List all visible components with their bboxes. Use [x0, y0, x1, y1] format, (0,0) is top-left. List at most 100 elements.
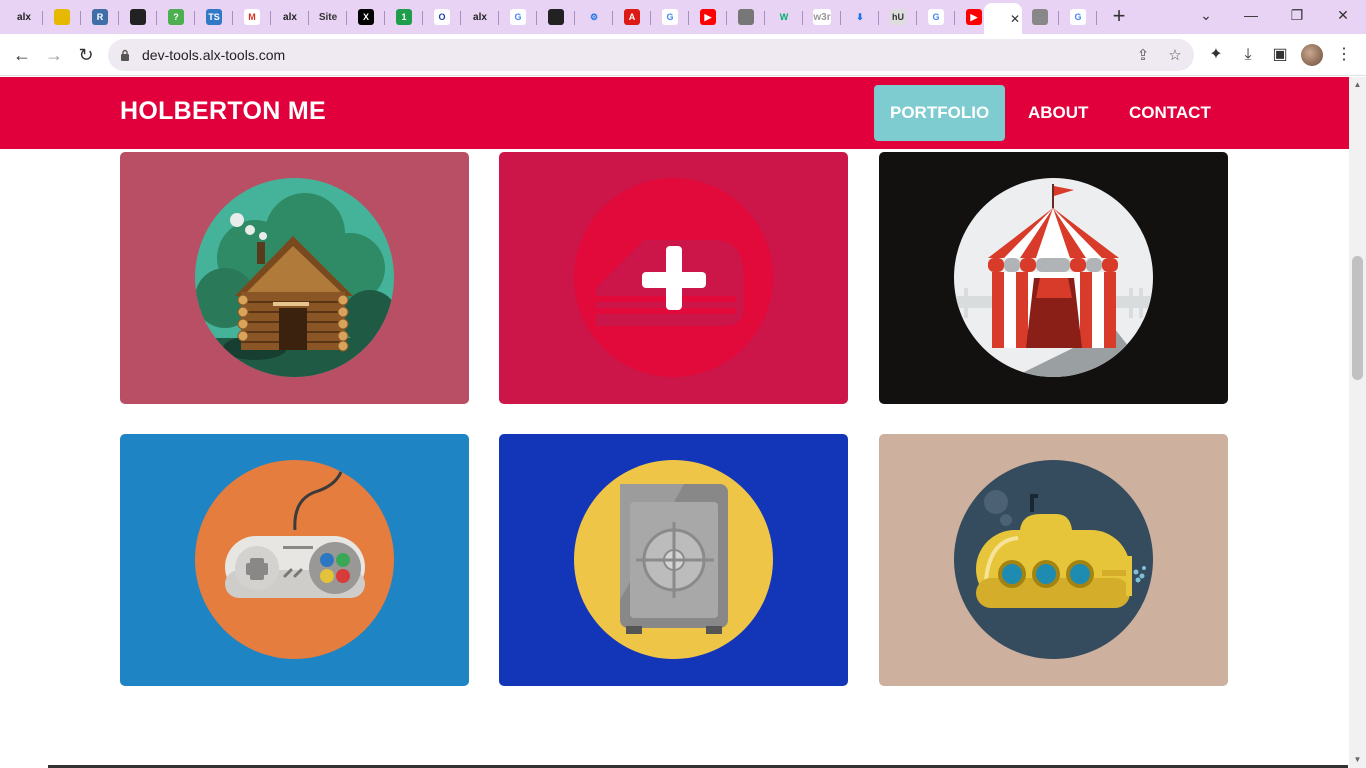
- tab-separator: [878, 11, 879, 25]
- tab-separator: [80, 11, 81, 25]
- browser-tab[interactable]: ⬇: [842, 3, 879, 31]
- github-icon: [130, 9, 146, 25]
- browser-tab[interactable]: alx: [6, 3, 43, 31]
- browser-tab[interactable]: TS: [196, 3, 233, 31]
- site-icon: Site: [318, 11, 338, 23]
- browser-tab[interactable]: A: [614, 3, 651, 31]
- help-icon: ?: [168, 9, 184, 25]
- browser-tab[interactable]: [44, 3, 81, 31]
- side-panel-icon[interactable]: ▣: [1270, 45, 1290, 65]
- nav-contact[interactable]: CONTACT: [1113, 85, 1227, 141]
- browser-tab[interactable]: hU: [880, 3, 917, 31]
- browser-tab[interactable]: alx: [462, 3, 499, 31]
- youtube-icon: ▶: [966, 9, 982, 25]
- bookmark-star-icon[interactable]: ☆: [1166, 47, 1184, 65]
- alx-icon: alx: [473, 11, 487, 23]
- tab-separator: [802, 11, 803, 25]
- portfolio-item-plus[interactable]: [499, 152, 848, 404]
- plus-icon: [574, 178, 773, 377]
- tab-strip: alx R? TS Malx Site X 1 Oalx G ⚙ A G ▶ Ww3r ⬇ hU G ▶ ✕ G + …: [0, 0, 1366, 34]
- browser-tab[interactable]: [120, 3, 157, 31]
- tab-separator: [270, 11, 271, 25]
- tab-separator: [308, 11, 309, 25]
- portfolio-item-cabin[interactable]: [120, 152, 469, 404]
- download-icon: ⬇: [856, 11, 864, 22]
- profile-avatar[interactable]: [1301, 44, 1323, 66]
- nav-about[interactable]: ABOUT: [1012, 85, 1104, 141]
- close-window-icon[interactable]: ✕: [1329, 4, 1357, 26]
- forward-icon[interactable]: →: [42, 43, 66, 67]
- browser-tab[interactable]: O: [424, 3, 461, 31]
- browser-tab[interactable]: Site: [310, 3, 347, 31]
- portfolio-item-safe[interactable]: [499, 434, 848, 686]
- tab-separator: [764, 11, 765, 25]
- download-icon[interactable]: ⤓: [1238, 45, 1258, 65]
- angular-icon: A: [624, 9, 640, 25]
- active-page-icon: [986, 11, 1002, 27]
- browser-tab[interactable]: G: [918, 3, 955, 31]
- r-icon: R: [92, 9, 108, 25]
- page-scrollbar[interactable]: ▲ ▼: [1349, 77, 1366, 768]
- portfolio-item-circus[interactable]: [879, 152, 1228, 404]
- tab-separator: [574, 11, 575, 25]
- nav-portfolio[interactable]: PORTFOLIO: [874, 85, 1006, 141]
- browser-tab[interactable]: X: [348, 3, 385, 31]
- browser-tab[interactable]: w3r: [804, 3, 841, 31]
- w3r-icon: w3r: [813, 9, 831, 25]
- scroll-down-icon[interactable]: ▼: [1353, 756, 1362, 764]
- browser-tab[interactable]: M: [234, 3, 271, 31]
- share-icon[interactable]: ⇪: [1134, 47, 1152, 65]
- tab-separator: [498, 11, 499, 25]
- tab-separator: [536, 11, 537, 25]
- tab-separator: [916, 11, 917, 25]
- close-tab-icon[interactable]: ✕: [1010, 12, 1020, 26]
- globe-icon: [738, 9, 754, 25]
- tab-separator: [42, 11, 43, 25]
- back-icon[interactable]: ←: [10, 43, 34, 67]
- reload-icon[interactable]: ↻: [74, 43, 98, 67]
- log-cabin-icon: [195, 178, 394, 377]
- scroll-up-icon[interactable]: ▲: [1353, 81, 1362, 89]
- game-controller-icon: [195, 460, 394, 659]
- browser-tab[interactable]: [1022, 3, 1059, 31]
- tab-separator: [1058, 11, 1059, 25]
- one-icon: 1: [396, 9, 412, 25]
- portfolio-item-game[interactable]: [120, 434, 469, 686]
- site-title[interactable]: HOLBERTON ME: [120, 97, 326, 126]
- tab-separator: [194, 11, 195, 25]
- google-icon: G: [928, 9, 944, 25]
- portfolio-item-submarine[interactable]: [879, 434, 1228, 686]
- browser-tab[interactable]: ✕: [984, 3, 1022, 34]
- browser-tab[interactable]: G: [1060, 3, 1097, 31]
- browser-tab[interactable]: G: [500, 3, 537, 31]
- browser-tab[interactable]: 1: [386, 3, 423, 31]
- youtube-icon: ▶: [700, 9, 716, 25]
- browser-tab[interactable]: alx: [272, 3, 309, 31]
- browser-tab[interactable]: R: [82, 3, 119, 31]
- gmail-icon: M: [244, 9, 260, 25]
- alx-icon: alx: [283, 11, 297, 23]
- browser-tab[interactable]: [728, 3, 765, 31]
- ring-icon: O: [434, 9, 450, 25]
- extensions-icon[interactable]: ✦: [1206, 45, 1226, 65]
- browser-tab[interactable]: ▶: [690, 3, 727, 31]
- new-tab-button[interactable]: +: [1108, 5, 1130, 28]
- tab-search-icon[interactable]: ⌄: [1192, 4, 1220, 26]
- alx-icon: alx: [17, 11, 31, 23]
- browser-tab[interactable]: G: [652, 3, 689, 31]
- address-bar[interactable]: dev-tools.alx-tools.com ⇪ ☆: [108, 39, 1194, 71]
- restore-icon[interactable]: ❐: [1283, 4, 1311, 26]
- circus-tent-icon: [954, 178, 1153, 377]
- menu-icon[interactable]: ⋮: [1334, 45, 1354, 65]
- minimize-icon[interactable]: —: [1237, 4, 1265, 26]
- browser-tab[interactable]: ?: [158, 3, 195, 31]
- scroll-thumb[interactable]: [1352, 256, 1363, 380]
- tab-separator: [460, 11, 461, 25]
- browser-tab[interactable]: [538, 3, 575, 31]
- browser-tab[interactable]: W: [766, 3, 803, 31]
- browser-tab[interactable]: ⚙: [576, 3, 613, 31]
- url-text: dev-tools.alx-tools.com: [142, 47, 286, 63]
- browser-toolbar: ← → ↻ dev-tools.alx-tools.com ⇪ ☆ ✦ ⤓ ▣ …: [0, 34, 1366, 76]
- gear-icon: ⚙: [589, 11, 599, 22]
- tab-separator: [840, 11, 841, 25]
